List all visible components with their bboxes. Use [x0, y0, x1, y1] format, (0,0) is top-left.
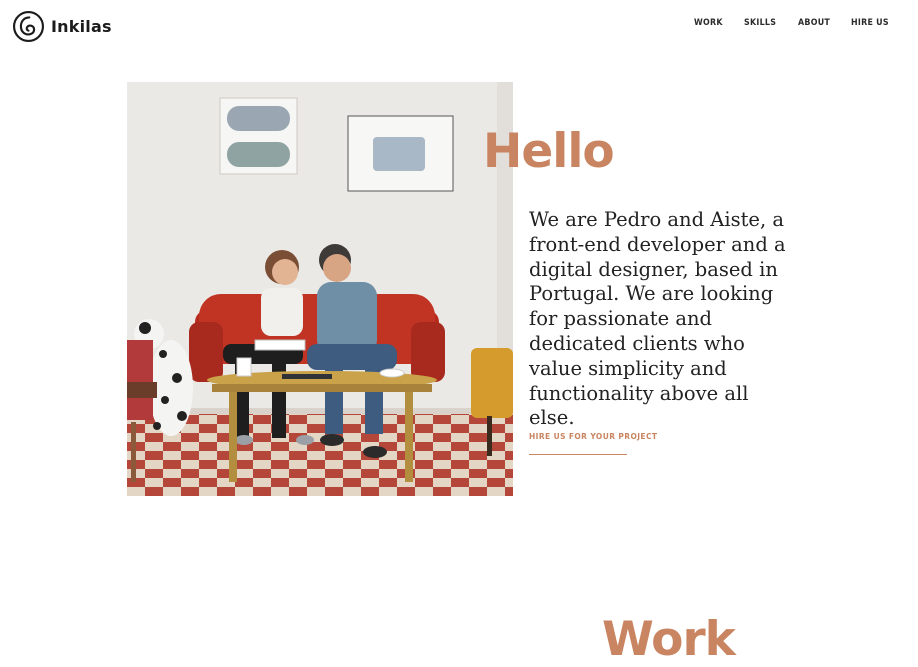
hero-photo [127, 82, 513, 496]
nav-item-skills[interactable]: SKILLS [744, 18, 776, 28]
hero-heading: Hello [483, 124, 615, 179]
brand-name: Inkilas [51, 17, 112, 36]
hire-us-cta-link[interactable]: HIRE US FOR YOUR PROJECT [529, 432, 657, 455]
spiral-logo-icon [12, 10, 45, 43]
nav-item-hire-us[interactable]: HIRE US [851, 18, 889, 28]
main-nav: WORK SKILLS ABOUT HIRE US [694, 18, 894, 28]
hero-intro: We are Pedro and Aiste, a front-end deve… [529, 208, 786, 430]
brand-logo[interactable]: Inkilas [12, 10, 112, 43]
nav-item-about[interactable]: ABOUT [798, 18, 830, 28]
nav-item-work[interactable]: WORK [694, 18, 723, 28]
hero-photo-illustration [127, 82, 513, 496]
